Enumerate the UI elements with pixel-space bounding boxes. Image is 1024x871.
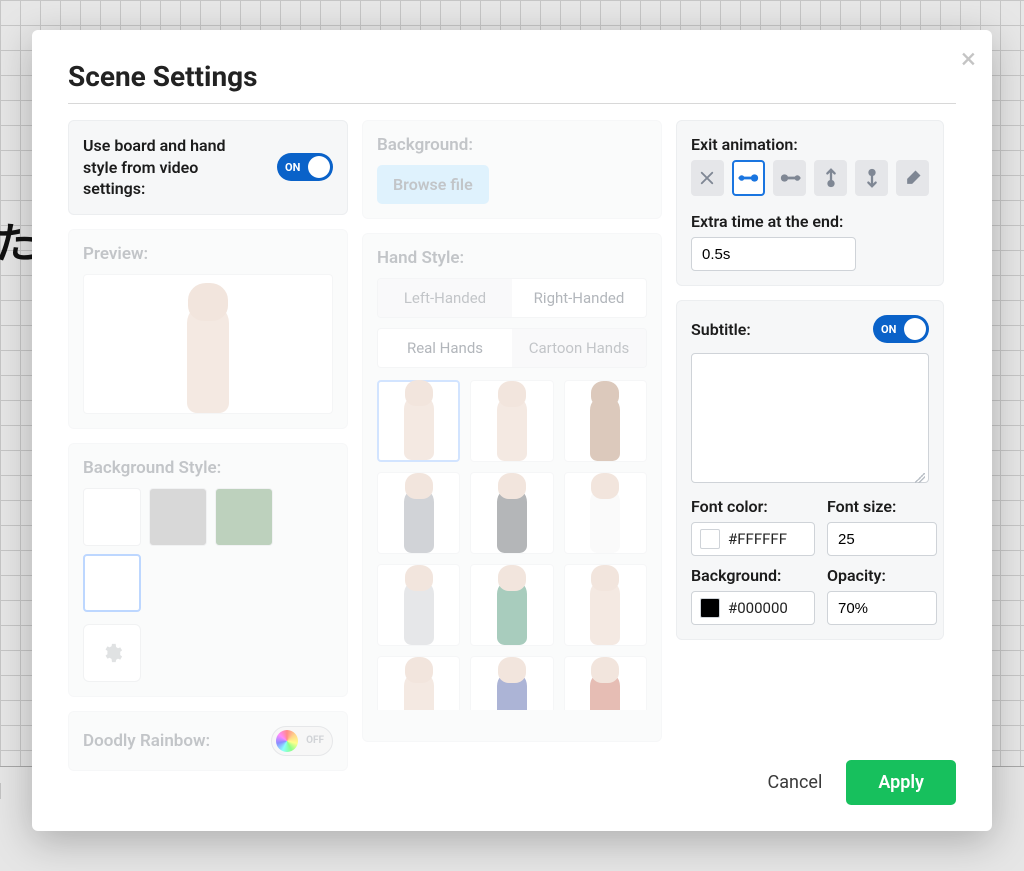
exit-down-icon[interactable] [855, 160, 888, 196]
subtitle-bg-label: Background: [691, 566, 815, 585]
use-board-card: Use board and hand style from video sett… [68, 120, 348, 215]
subtitle-label: Subtitle: [691, 320, 751, 339]
font-size-input[interactable] [828, 531, 937, 548]
opacity-input[interactable] [828, 600, 937, 617]
exit-none-icon[interactable] [691, 160, 724, 196]
background-style-card: Background Style: [68, 443, 348, 697]
opacity-label: Opacity: [827, 566, 937, 585]
close-icon[interactable]: × [961, 42, 976, 75]
hand-style-card: Hand Style: Left-Handed Right-Handed Rea… [362, 233, 662, 742]
font-size-stepper[interactable]: +− [827, 522, 937, 556]
hand-option[interactable] [564, 472, 647, 554]
hand-option[interactable] [470, 564, 553, 646]
hand-option[interactable] [470, 656, 553, 710]
font-color-label: Font color: [691, 497, 815, 516]
subtitle-bg-chip [700, 598, 720, 618]
hand-type-tabs: Real Hands Cartoon Hands [377, 328, 647, 368]
hand-option[interactable] [470, 472, 553, 554]
exit-up-icon[interactable] [814, 160, 847, 196]
background-settings-button[interactable] [83, 624, 141, 682]
exit-animation-card: Exit animation: Extra time at the end: +… [676, 120, 944, 286]
subtitle-bg-field[interactable]: #000000 [691, 591, 815, 625]
doodly-rainbow-label: Doodly Rainbow: [83, 731, 210, 751]
background-style-label: Background Style: [83, 458, 333, 478]
background-swatch[interactable] [149, 488, 207, 546]
exit-swipe-right-icon[interactable] [773, 160, 806, 196]
handedness-tabs: Left-Handed Right-Handed [377, 278, 647, 318]
subtitle-toggle[interactable]: ON [873, 315, 929, 343]
scene-settings-modal: × Scene Settings Use board and hand styl… [32, 30, 992, 831]
preview-box [83, 274, 333, 414]
preview-card: Preview: [68, 229, 348, 429]
tab-real-hands[interactable]: Real Hands [378, 329, 512, 367]
tab-left-handed[interactable]: Left-Handed [378, 279, 512, 317]
exit-animation-options [691, 160, 929, 196]
font-size-label: Font size: [827, 497, 937, 516]
hand-option[interactable] [377, 380, 460, 462]
subtitle-textarea[interactable] [691, 353, 929, 483]
extra-time-input[interactable] [692, 246, 856, 263]
hand-option[interactable] [470, 380, 553, 462]
background-swatch[interactable] [215, 488, 273, 546]
doodly-rainbow-toggle[interactable]: OFF [271, 726, 333, 756]
use-board-toggle[interactable]: ON [277, 153, 333, 181]
modal-title: Scene Settings [68, 60, 956, 93]
use-board-label: Use board and hand style from video sett… [83, 135, 263, 200]
background-card: Background: Browse file [362, 120, 662, 219]
apply-button[interactable]: Apply [846, 760, 956, 805]
subtitle-card: Subtitle: ON Font color: #FFFFFF [676, 300, 944, 640]
rainbow-icon [276, 730, 298, 752]
background-label: Background: [377, 135, 647, 155]
font-color-field[interactable]: #FFFFFF [691, 522, 815, 556]
gear-icon [101, 642, 123, 664]
hand-option[interactable] [377, 564, 460, 646]
exit-erase-icon[interactable] [896, 160, 929, 196]
hand-style-label: Hand Style: [377, 248, 647, 268]
hand-option[interactable] [564, 564, 647, 646]
opacity-stepper[interactable]: +− [827, 591, 937, 625]
browse-file-button[interactable]: Browse file [377, 165, 489, 204]
background-swatch[interactable] [83, 488, 141, 546]
tab-cartoon-hands[interactable]: Cartoon Hands [512, 329, 646, 367]
preview-label: Preview: [83, 244, 333, 264]
extra-time-label: Extra time at the end: [691, 212, 929, 231]
font-color-chip [700, 529, 720, 549]
cancel-button[interactable]: Cancel [768, 772, 823, 793]
hand-option[interactable] [377, 656, 460, 710]
subtitle-bg-value: #000000 [728, 599, 788, 617]
hand-option[interactable] [564, 656, 647, 710]
tab-right-handed[interactable]: Right-Handed [512, 279, 646, 317]
exit-animation-label: Exit animation: [691, 135, 929, 154]
background-swatch[interactable] [83, 554, 141, 612]
hand-option[interactable] [564, 380, 647, 462]
hand-grid [377, 380, 647, 710]
extra-time-stepper[interactable]: +− [691, 237, 856, 271]
hand-option[interactable] [377, 472, 460, 554]
font-color-value: #FFFFFF [728, 530, 787, 548]
exit-swipe-left-icon[interactable] [732, 160, 765, 196]
divider [68, 103, 956, 104]
